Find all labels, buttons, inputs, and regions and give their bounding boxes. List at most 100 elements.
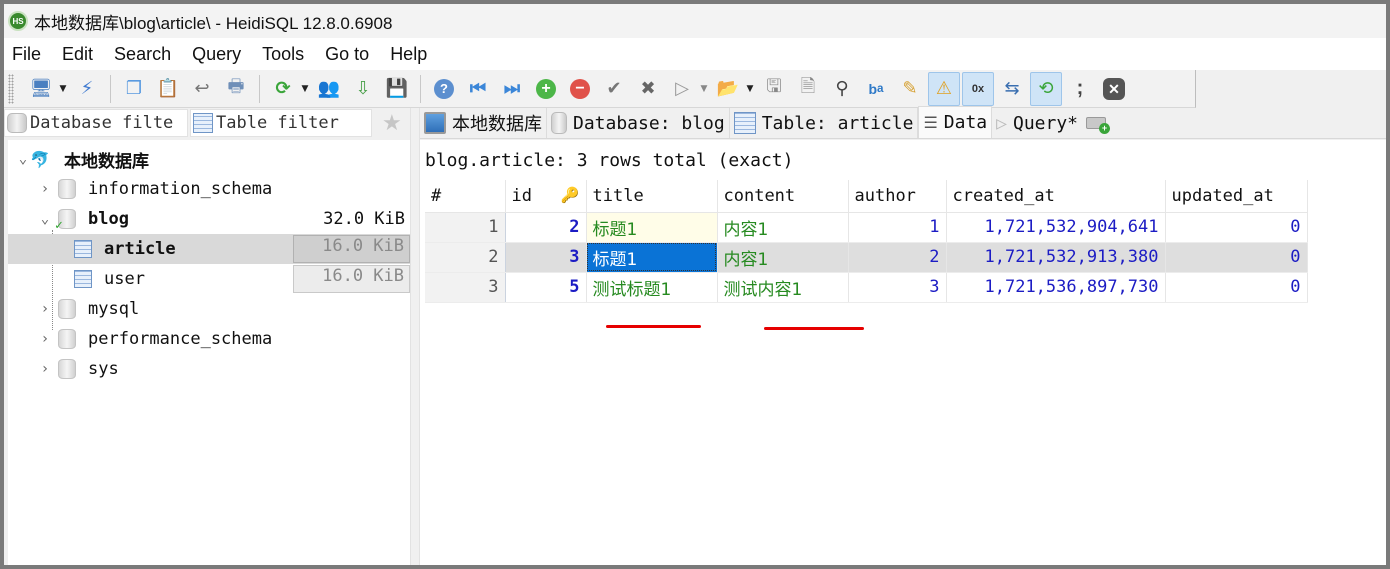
delete-row-icon[interactable]: −	[567, 76, 593, 102]
cell-content[interactable]: 内容1	[717, 212, 849, 243]
wrap-icon[interactable]: ⇆	[999, 76, 1025, 102]
table-filter-input[interactable]: Table filter	[190, 109, 372, 137]
refresh-dropdown-icon[interactable]: ▼	[300, 76, 310, 102]
column-header-title[interactable]: title	[586, 180, 718, 213]
menu-search[interactable]: Search	[114, 44, 171, 65]
table-row[interactable]: 2 3 标题1 内容1 2 1,721,532,913,380 0	[425, 242, 1308, 273]
menu-query[interactable]: Query	[192, 44, 241, 65]
new-query-tab-button[interactable]: +	[1082, 108, 1111, 138]
cell-title-selected[interactable]: 标题1	[586, 242, 718, 273]
save-as-icon[interactable]: 🗎	[795, 76, 821, 102]
tab-host[interactable]: 本地数据库	[420, 108, 547, 138]
table-row[interactable]: 1 2 标题1 内容1 1 1,721,532,904,641 0	[425, 212, 1308, 243]
cell-updated-at[interactable]: 0	[1165, 212, 1308, 243]
menu-edit[interactable]: Edit	[62, 44, 93, 65]
export-database-icon[interactable]: 💾	[384, 76, 410, 102]
chevron-right-icon[interactable]: ›	[38, 301, 52, 317]
save-icon[interactable]: 🖫	[761, 76, 787, 102]
menu-goto[interactable]: Go to	[325, 44, 369, 65]
tab-database[interactable]: Database: blog	[547, 108, 730, 138]
menu-help[interactable]: Help	[390, 44, 427, 65]
chevron-down-icon[interactable]: ⌄	[38, 211, 52, 227]
column-header-created-at[interactable]: created_at	[946, 180, 1166, 213]
column-header-id[interactable]: id 🔑	[505, 180, 587, 213]
menu-file[interactable]: File	[12, 44, 41, 65]
disconnect-icon[interactable]: ⚡	[74, 76, 100, 102]
cell-updated-at[interactable]: 0	[1165, 242, 1308, 273]
help-icon[interactable]: ?	[431, 76, 457, 102]
tree-node-article[interactable]: article 16.0 KiB	[8, 234, 410, 264]
tree-node-blog[interactable]: ⌄ blog 32.0 KiB	[8, 204, 410, 234]
stop-icon[interactable]: ✕	[1101, 76, 1127, 102]
user-manager-icon[interactable]: 👥	[316, 76, 342, 102]
chevron-right-icon[interactable]: ›	[38, 361, 52, 377]
run-icon[interactable]: ▷	[669, 76, 695, 102]
tree-node-root[interactable]: ⌄ 🐬 本地数据库	[8, 144, 410, 174]
first-record-icon[interactable]: ⏮	[465, 76, 491, 102]
chevron-right-icon[interactable]: ›	[38, 181, 52, 197]
hex-icon[interactable]: 0x	[962, 71, 994, 106]
cell-content[interactable]: 内容1	[717, 242, 849, 273]
column-header-rownum[interactable]: #	[425, 180, 506, 213]
cell-author[interactable]: 1	[848, 212, 947, 243]
copy-icon[interactable]: ❐	[121, 76, 147, 102]
print-icon[interactable]: 🖶	[223, 76, 249, 102]
row-number-cell[interactable]: 3	[425, 272, 506, 303]
tree-node-label: user	[104, 269, 145, 289]
row-number-cell[interactable]: 2	[425, 242, 506, 273]
cell-updated-at[interactable]: 0	[1165, 272, 1308, 303]
favorites-star-icon[interactable]: ★	[382, 111, 402, 136]
refresh-icon[interactable]: ⟳	[270, 76, 296, 102]
menu-tools[interactable]: Tools	[262, 44, 304, 65]
open-file-icon[interactable]: 📂	[715, 76, 741, 102]
cell-created-at[interactable]: 1,721,532,904,641	[946, 212, 1166, 243]
tab-table[interactable]: Table: article	[729, 108, 919, 138]
cell-id[interactable]: 2	[505, 212, 587, 243]
replace-icon[interactable]: ba	[863, 76, 889, 102]
tree-node-mysql[interactable]: › mysql	[8, 294, 410, 324]
connect-icon[interactable]: 🖥	[28, 76, 54, 102]
undo-icon[interactable]: ↩	[189, 76, 215, 102]
toolbar-grip[interactable]	[8, 73, 14, 104]
chevron-right-icon[interactable]: ›	[38, 331, 52, 347]
cancel-icon[interactable]: ✖	[635, 76, 661, 102]
column-header-content[interactable]: content	[717, 180, 849, 213]
warning-icon[interactable]: ⚠	[928, 71, 960, 106]
cell-title[interactable]: 测试标题1	[586, 272, 718, 303]
cell-created-at[interactable]: 1,721,536,897,730	[946, 272, 1166, 303]
open-file-dropdown-icon[interactable]: ▼	[745, 76, 755, 102]
cell-author[interactable]: 2	[848, 242, 947, 273]
cell-content[interactable]: 测试内容1	[717, 272, 849, 303]
import-icon[interactable]: ⇩	[350, 76, 376, 102]
format-sql-icon[interactable]: ⟲	[1030, 71, 1062, 106]
insert-row-icon[interactable]: +	[533, 76, 559, 102]
edit-icon[interactable]: ✎	[897, 76, 923, 102]
row-number-cell[interactable]: 1	[425, 212, 506, 243]
column-header-author[interactable]: author	[848, 180, 947, 213]
tree-node-information-schema[interactable]: › information_schema	[8, 174, 410, 204]
cell-title[interactable]: 标题1	[586, 212, 718, 243]
tab-label: Table: article	[761, 112, 914, 134]
tree-node-performance-schema[interactable]: › performance_schema	[8, 324, 410, 354]
chevron-down-icon[interactable]: ⌄	[16, 151, 30, 167]
tree-node-sys[interactable]: › sys	[8, 354, 410, 384]
paste-icon[interactable]: 📋	[155, 76, 181, 102]
active-database-icon	[55, 209, 76, 233]
cell-created-at[interactable]: 1,721,532,913,380	[946, 242, 1166, 273]
post-icon[interactable]: ✔	[601, 76, 627, 102]
database-filter-input[interactable]: Database filte	[4, 109, 188, 137]
last-record-icon[interactable]: ⏭	[499, 76, 525, 102]
column-header-updated-at[interactable]: updated_at	[1165, 180, 1308, 213]
cell-id[interactable]: 5	[505, 272, 587, 303]
tab-query[interactable]: ▷ Query*	[992, 108, 1083, 138]
table-row[interactable]: 3 5 测试标题1 测试内容1 3 1,721,536,897,730 0	[425, 272, 1308, 303]
run-dropdown-icon[interactable]: ▼	[699, 76, 709, 102]
panel-splitter[interactable]	[410, 108, 420, 565]
cell-id[interactable]: 3	[505, 242, 587, 273]
connect-dropdown-icon[interactable]: ▼	[58, 76, 68, 102]
cell-author[interactable]: 3	[848, 272, 947, 303]
semicolon-icon[interactable]: ;	[1067, 76, 1093, 102]
find-icon[interactable]: ⚲	[829, 76, 855, 102]
tree-node-user[interactable]: user 16.0 KiB	[8, 264, 410, 294]
tab-data[interactable]: ☰ Data	[918, 106, 993, 138]
